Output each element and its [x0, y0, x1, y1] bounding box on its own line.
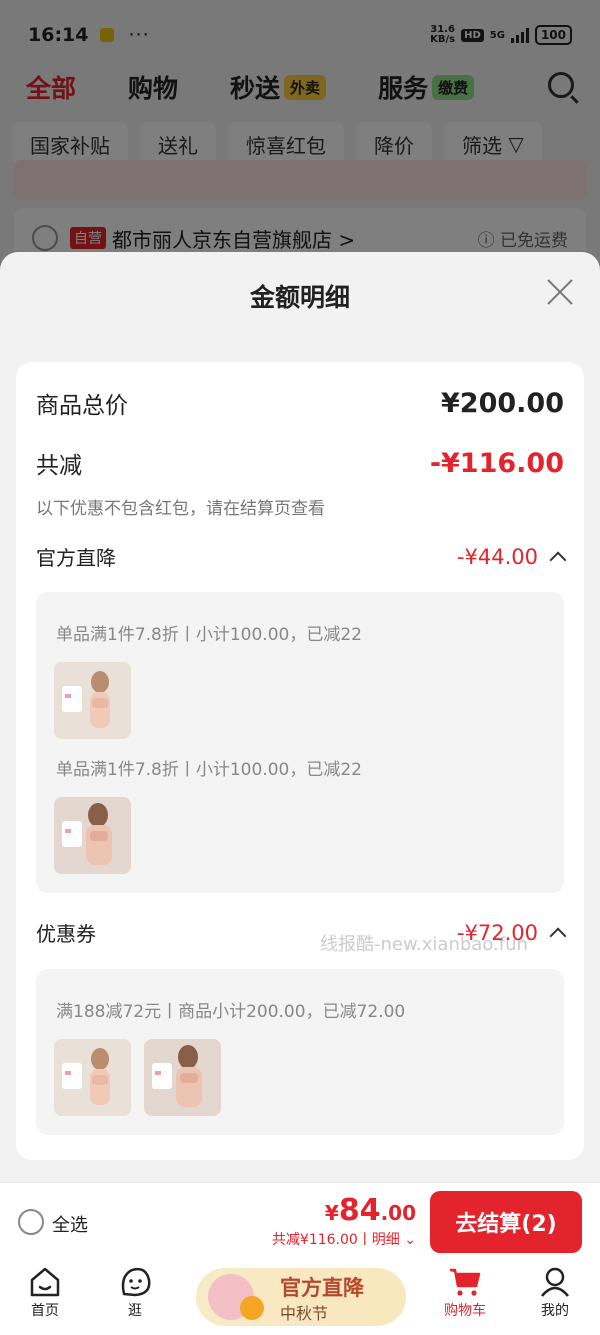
mooncake-icon — [240, 1296, 264, 1320]
amount-detail-card: 商品总价 ¥200.00 共减 -¥116.00 以下优惠不包含红包，请在结算页… — [16, 362, 584, 1160]
promo-title: 官方直降 — [280, 1276, 364, 1300]
watermark: 线报酷-new.xianbao.fun — [320, 934, 528, 955]
tab-home[interactable]: 首页 — [0, 1266, 90, 1320]
tab-browse[interactable]: 逛 — [90, 1266, 180, 1320]
select-all-label[interactable]: 全选 — [52, 1211, 88, 1237]
sheet-title: 金额明细 — [249, 283, 350, 312]
product-thumbnail[interactable] — [144, 1039, 221, 1116]
chevron-up-icon[interactable] — [549, 551, 567, 568]
chevron-down-icon: ⌄ — [404, 1232, 416, 1248]
total-reduction-value: -¥116.00 — [429, 447, 564, 479]
promo-subtitle: 中秋节 — [280, 1304, 329, 1323]
total-price-value: ¥200.00 — [441, 387, 564, 419]
profile-icon — [541, 1267, 569, 1297]
browse-icon — [121, 1267, 151, 1297]
total-price-row: 商品总价 ¥200.00 — [36, 386, 564, 420]
select-all-radio[interactable] — [18, 1209, 44, 1235]
official-discount-label: 官方直降 — [36, 546, 116, 570]
home-icon — [30, 1267, 60, 1297]
checkout-bar: 全选 ¥84.00 共减¥116.00丨明细 ⌄ 去结算(2) — [0, 1182, 600, 1260]
total-reduction-label: 共减 — [36, 453, 82, 479]
total-price-label: 商品总价 — [36, 393, 128, 419]
promo-banner[interactable]: 官方直降 中秋节 — [196, 1268, 406, 1326]
product-thumbnail[interactable] — [54, 797, 131, 874]
tab-me[interactable]: 我的 — [510, 1266, 600, 1320]
coupon-details: 满188减72元丨商品小计200.00，已减72.00 — [36, 969, 564, 1135]
coupon-line: 满188减72元丨商品小计200.00，已减72.00 — [56, 1002, 406, 1022]
chevron-up-icon[interactable] — [549, 927, 567, 944]
tab-cart[interactable]: 购物车 — [420, 1266, 510, 1320]
discount-note: 以下优惠不包含红包，请在结算页查看 — [36, 499, 325, 519]
cart-icon — [450, 1268, 481, 1296]
official-discount-value: -¥44.00 — [456, 544, 538, 569]
product-thumbnail[interactable] — [54, 662, 131, 739]
total-reduction-row: 共减 -¥116.00 — [36, 446, 564, 480]
payable-price: ¥84.00 — [324, 1193, 416, 1228]
official-discount-details: 单品满1件7.8折丨小计100.00，已减22 单品满1件7.8折丨小计100.… — [36, 592, 564, 893]
product-thumbnail[interactable] — [54, 1039, 131, 1116]
coupon-label: 优惠券 — [36, 922, 96, 946]
amount-detail-sheet: 金额明细 商品总价 ¥200.00 共减 -¥116.00 以下优惠不包含红包，… — [0, 252, 600, 1182]
checkout-button[interactable]: 去结算(2) — [430, 1191, 582, 1253]
official-discount-row[interactable]: 官方直降 -¥44.00 — [36, 542, 567, 571]
discount-line: 单品满1件7.8折丨小计100.00，已减22 — [56, 760, 362, 780]
bottom-tab-bar: 首页 逛 官方直降 中秋节 购物车 我的 — [0, 1260, 600, 1335]
reduction-detail-link[interactable]: 共减¥116.00丨明细 ⌄ — [272, 1229, 416, 1249]
close-icon[interactable] — [546, 278, 574, 306]
discount-line: 单品满1件7.8折丨小计100.00，已减22 — [56, 625, 362, 645]
